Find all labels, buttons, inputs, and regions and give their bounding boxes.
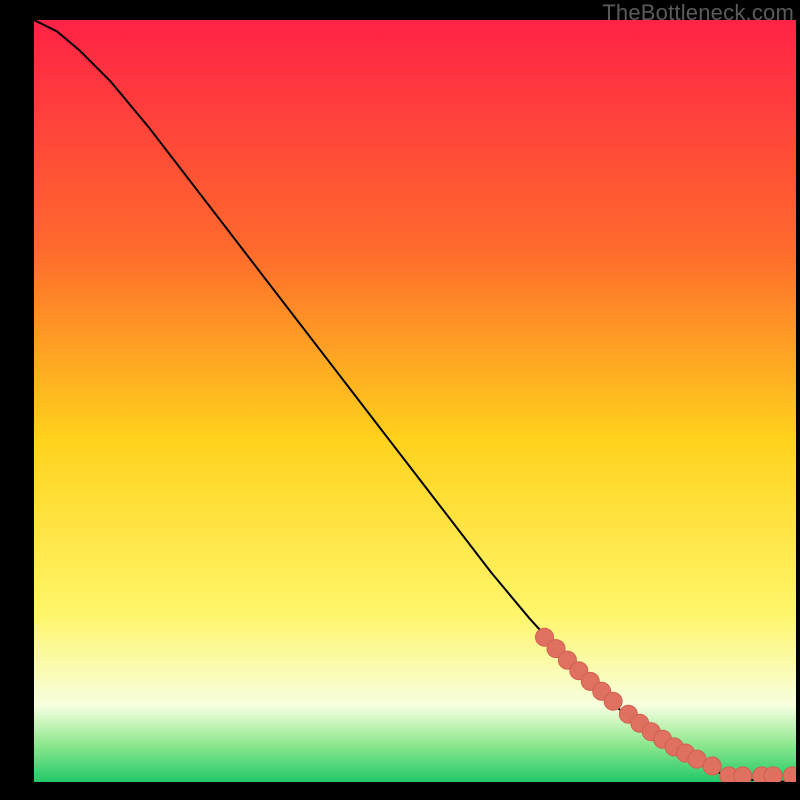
gradient-background: [34, 20, 796, 782]
data-marker: [734, 767, 752, 782]
data-marker: [703, 757, 721, 775]
chart-frame: TheBottleneck.com: [0, 0, 800, 800]
data-marker: [764, 767, 782, 782]
chart-svg: [34, 20, 796, 782]
plot-area: [34, 20, 796, 782]
watermark-label: TheBottleneck.com: [602, 0, 794, 26]
data-marker: [604, 692, 622, 710]
